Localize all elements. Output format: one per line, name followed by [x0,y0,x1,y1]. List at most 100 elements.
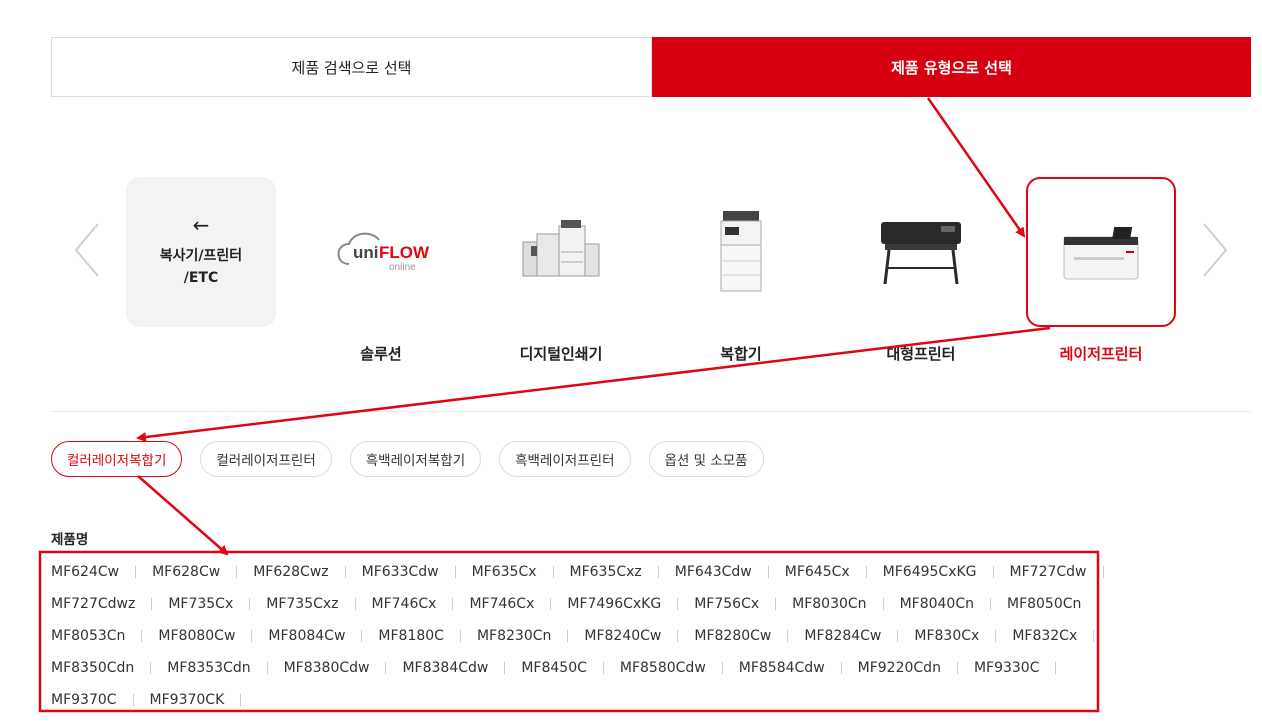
product-separator [989,598,991,610]
product-separator [550,598,552,610]
products-heading: 제품명 [51,532,89,548]
product-separator [897,630,899,642]
carousel-next-icon[interactable] [1200,222,1230,278]
chip-color-laser-mfp[interactable]: 컬러레이저복합기 [51,441,183,477]
category-carousel: ← 복사기/프린터/ETC uni FLOW online 솔루션 디지털인쇄기… [0,170,1262,370]
category-multifunction[interactable]: 복합기 [666,177,816,364]
chip-mono-laser-mfp[interactable]: 흑백레이저복합기 [349,441,482,477]
product-separator [236,566,238,578]
product-separator [657,566,659,578]
product-link[interactable]: MF746Cx [469,588,534,620]
product-link[interactable]: MF633Cdw [362,556,439,588]
product-link[interactable]: MF8050Cn [1007,588,1081,620]
svg-text:FLOW: FLOW [379,243,430,262]
product-link[interactable]: MF8280Cw [694,620,771,652]
product-link[interactable]: MF832Cx [1012,620,1077,652]
product-separator [995,630,997,642]
product-separator [459,630,461,642]
product-link[interactable]: MF635Cx [472,556,537,588]
product-link[interactable]: MF727Cdwz [51,588,135,620]
back-category-label: 복사기/프린터/ETC [159,248,243,286]
product-link[interactable]: MF8053Cn [51,620,125,652]
product-link[interactable]: MF7496CxKG [567,588,661,620]
product-link[interactable]: MF8380Cdw [284,652,370,684]
product-link[interactable]: MF830Cx [914,620,979,652]
svg-text:online: online [389,262,416,273]
product-link[interactable]: MF628Cwz [253,556,328,588]
product-separator [240,694,242,706]
product-link[interactable]: MF8040Cn [900,588,974,620]
product-link[interactable]: MF9370C [51,684,117,716]
product-link[interactable]: MF9220Cdn [858,652,941,684]
subcategory-chips: 컬러레이저복합기 컬러레이저프린터 흑백레이저복합기 흑백레이저프린터 옵션 및… [51,441,764,477]
product-link[interactable]: MF746Cx [372,588,437,620]
selection-tabs: 제품 검색으로 선택 제품 유형으로 선택 [51,37,1251,97]
digital-press-icon [486,177,636,327]
product-separator [721,662,723,674]
product-separator [775,598,777,610]
product-link[interactable]: MF8230Cn [477,620,551,652]
carousel-prev-icon[interactable] [72,222,102,278]
product-link[interactable]: MF8584Cdw [739,652,825,684]
product-separator [840,662,842,674]
product-link[interactable]: MF628Cw [152,556,220,588]
product-link[interactable]: MF8450C [521,652,587,684]
category-digital-press[interactable]: 디지털인쇄기 [486,177,636,364]
tab-product-search[interactable]: 제품 검색으로 선택 [51,37,652,97]
product-link[interactable]: MF635Cxz [570,556,642,588]
product-separator [882,598,884,610]
section-divider [51,411,1251,412]
product-separator [602,662,604,674]
product-separator [1097,598,1099,610]
product-link[interactable]: MF643Cdw [675,556,752,588]
multifunction-printer-icon [666,177,816,327]
chip-mono-laser-printer[interactable]: 흑백레이저프린터 [499,441,631,477]
product-list: MF624Cw MF628Cw MF628Cwz MF633Cdw MF635Cx MF6… [51,556,1121,716]
product-link[interactable]: MF8080Cw [158,620,235,652]
category-label: 솔루션 [360,345,402,363]
product-link[interactable]: MF645Cx [785,556,850,588]
category-large-format[interactable]: 대형프린터 [846,177,996,364]
product-link[interactable]: MF8180C [378,620,444,652]
product-link[interactable]: MF735Cxz [266,588,338,620]
product-separator [677,630,679,642]
product-separator [344,566,346,578]
product-link[interactable]: MF8084Cw [268,620,345,652]
product-separator [135,566,137,578]
product-separator [151,598,153,610]
product-separator [150,662,152,674]
product-separator [454,566,456,578]
product-link[interactable]: MF8240Cw [584,620,661,652]
product-separator [1102,566,1104,578]
uniflow-logo-icon: uni FLOW online [306,177,456,327]
back-arrow-icon: ← [192,213,210,237]
product-link[interactable]: MF756Cx [694,588,759,620]
back-category-button[interactable]: ← 복사기/프린터/ETC [126,177,276,327]
chip-color-laser-printer[interactable]: 컬러레이저프린터 [200,441,332,477]
product-link[interactable]: MF9370CK [150,684,225,716]
product-link[interactable]: MF8580Cdw [620,652,706,684]
product-link[interactable]: MF6495CxKG [883,556,977,588]
large-format-printer-icon [846,177,996,327]
product-separator [452,598,454,610]
product-link[interactable]: MF8350Cdn [51,652,134,684]
product-link[interactable]: MF727Cdw [1010,556,1087,588]
product-link[interactable]: MF8353Cdn [167,652,250,684]
product-separator [552,566,554,578]
laser-printer-icon [1026,177,1176,327]
product-link[interactable]: MF8030Cn [792,588,866,620]
product-link[interactable]: MF8284Cw [804,620,881,652]
category-laser-printer[interactable]: 레이저프린터 [1026,177,1176,364]
product-link[interactable]: MF735Cx [168,588,233,620]
product-separator [361,630,363,642]
tab-product-type[interactable]: 제품 유형으로 선택 [652,37,1251,97]
chip-options-supplies[interactable]: 옵션 및 소모품 [648,441,764,477]
product-link[interactable]: MF8384Cdw [402,652,488,684]
product-link[interactable]: MF624Cw [51,556,119,588]
product-separator [251,630,253,642]
product-link[interactable]: MF9330C [974,652,1040,684]
product-separator [677,598,679,610]
product-separator [354,598,356,610]
category-solution[interactable]: uni FLOW online 솔루션 [306,177,456,364]
product-separator [385,662,387,674]
